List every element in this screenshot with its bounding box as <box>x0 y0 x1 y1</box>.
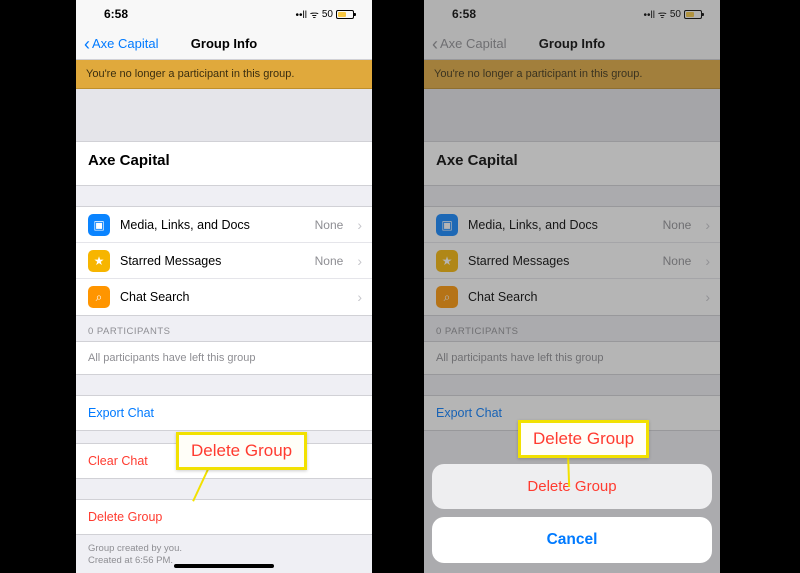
participants-header: 0 PARTICIPANTS <box>76 316 372 341</box>
row-detail: None <box>315 254 344 268</box>
back-label: Axe Capital <box>92 36 158 51</box>
row-label: Starred Messages <box>120 254 305 268</box>
row-label: Chat Search <box>120 290 343 304</box>
chevron-right-icon: › <box>353 253 362 269</box>
info-list: ▣ Media, Links, and Docs None › ★ Starre… <box>76 206 372 316</box>
starred-messages-row[interactable]: ★ Starred Messages None › <box>76 243 372 279</box>
status-right: ••ll ᯤ 50 <box>296 7 354 21</box>
status-bar: 6:58 ••ll ᯤ 50 <box>76 0 372 28</box>
row-label: Media, Links, and Docs <box>120 218 305 232</box>
export-chat-button[interactable]: Export Chat <box>76 395 372 431</box>
star-icon: ★ <box>88 250 110 272</box>
row-detail: None <box>315 218 344 232</box>
group-name-row[interactable]: Axe Capital <box>76 141 372 186</box>
not-participant-banner: You're no longer a participant in this g… <box>76 60 372 89</box>
chat-search-row[interactable]: ⌕ Chat Search › <box>76 279 372 315</box>
chevron-right-icon: › <box>353 217 362 233</box>
participants-note: All participants have left this group <box>76 341 372 375</box>
home-indicator[interactable] <box>174 564 274 568</box>
group-header-spacer <box>76 89 372 141</box>
search-icon: ⌕ <box>88 286 110 308</box>
chevron-right-icon: › <box>353 289 362 305</box>
back-button[interactable]: ‹ Axe Capital <box>84 35 158 53</box>
phone-right-action-sheet: 6:58 ••ll ᯤ 50 ‹ Axe Capital Group Info … <box>424 0 720 573</box>
sheet-cancel-button[interactable]: Cancel <box>432 517 712 563</box>
phone-left-group-info: 6:58 ••ll ᯤ 50 ‹ Axe Capital Group Info … <box>76 0 372 573</box>
status-time: 6:58 <box>104 7 128 21</box>
action-sheet: Delete Group Cancel <box>432 464 712 563</box>
delete-group-button[interactable]: Delete Group <box>76 499 372 535</box>
chevron-left-icon: ‹ <box>84 35 90 53</box>
callout-delete-group: Delete Group <box>176 432 307 470</box>
sheet-delete-group-button[interactable]: Delete Group <box>432 464 712 509</box>
nav-bar: ‹ Axe Capital Group Info <box>76 28 372 60</box>
media-links-docs-row[interactable]: ▣ Media, Links, and Docs None › <box>76 207 372 243</box>
media-icon: ▣ <box>88 214 110 236</box>
callout-delete-group: Delete Group <box>518 420 649 458</box>
